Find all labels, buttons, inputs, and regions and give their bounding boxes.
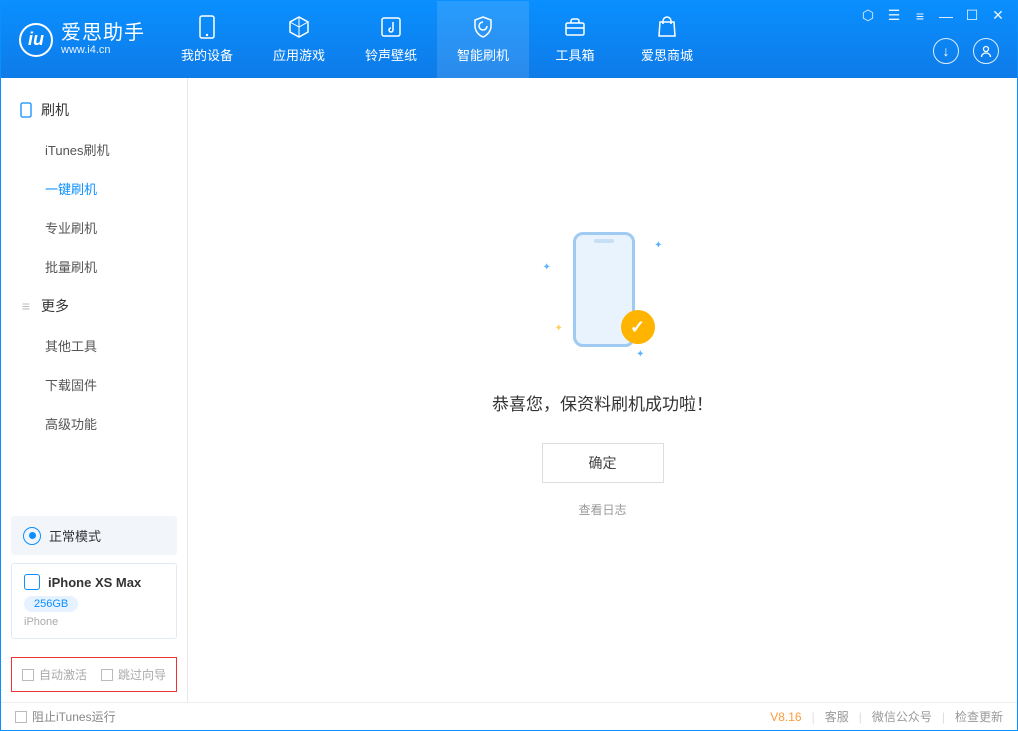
app-title: 爱思助手 <box>61 22 145 44</box>
checkbox-icon <box>22 669 34 681</box>
device-card[interactable]: iPhone XS Max 256GB iPhone <box>11 563 177 639</box>
sidebar-item-download-firmware[interactable]: 下载固件 <box>1 365 187 404</box>
header: iu 爱思助手 www.i4.cn 我的设备 应用游戏 铃声壁纸 智能刷机 工具… <box>1 1 1017 78</box>
bag-icon <box>655 15 679 39</box>
capacity-badge: 256GB <box>24 596 78 612</box>
shield-icon <box>471 15 495 39</box>
device-icon <box>195 15 219 39</box>
nav-label: 铃声壁纸 <box>365 45 417 64</box>
sidebar-item-other-tools[interactable]: 其他工具 <box>1 326 187 365</box>
music-icon <box>379 15 403 39</box>
nav-store[interactable]: 爱思商城 <box>621 1 713 78</box>
window-controls: ⬡ ☰ ≡ — ☐ ✕ <box>859 7 1007 24</box>
version-label: V8.16 <box>770 710 801 724</box>
sidebar-item-itunes-flash[interactable]: iTunes刷机 <box>1 130 187 169</box>
success-illustration: ✦✦✦✦ ✓ <box>543 222 663 362</box>
view-log-link[interactable]: 查看日志 <box>578 501 626 518</box>
mode-label: 正常模式 <box>49 526 101 545</box>
user-button[interactable] <box>973 38 999 64</box>
check-icon: ✓ <box>621 310 655 344</box>
minimize-button[interactable]: — <box>937 8 955 24</box>
nav-flash[interactable]: 智能刷机 <box>437 1 529 78</box>
success-message: 恭喜您，保资料刷机成功啦！ <box>492 390 713 415</box>
nav-label: 智能刷机 <box>457 45 509 64</box>
shirt-icon[interactable]: ⬡ <box>859 7 877 24</box>
nav-label: 应用游戏 <box>273 45 325 64</box>
logo: iu 爱思助手 www.i4.cn <box>1 1 161 78</box>
top-nav: 我的设备 应用游戏 铃声壁纸 智能刷机 工具箱 爱思商城 <box>161 1 713 78</box>
mode-icon <box>23 527 41 545</box>
nav-label: 我的设备 <box>181 45 233 64</box>
options-row: 自动激活 跳过向导 <box>11 657 177 692</box>
nav-my-device[interactable]: 我的设备 <box>161 1 253 78</box>
nav-toolbox[interactable]: 工具箱 <box>529 1 621 78</box>
checkbox-icon <box>15 711 27 723</box>
download-button[interactable]: ↓ <box>933 38 959 64</box>
auto-activate-checkbox[interactable]: 自动激活 <box>22 666 87 683</box>
ok-button[interactable]: 确定 <box>542 443 664 483</box>
checkbox-icon <box>101 669 113 681</box>
main-content: ✦✦✦✦ ✓ 恭喜您，保资料刷机成功啦！ 确定 查看日志 <box>188 78 1017 702</box>
sidebar-group-more: ≡ 更多 <box>1 286 187 326</box>
menu-lines-icon: ≡ <box>19 299 33 313</box>
nav-apps[interactable]: 应用游戏 <box>253 1 345 78</box>
maximize-button[interactable]: ☐ <box>963 7 981 24</box>
wechat-link[interactable]: 微信公众号 <box>872 708 932 725</box>
skip-guide-checkbox[interactable]: 跳过向导 <box>101 666 166 683</box>
sidebar-item-advanced[interactable]: 高级功能 <box>1 404 187 443</box>
sidebar: 刷机 iTunes刷机 一键刷机 专业刷机 批量刷机 ≡ 更多 其他工具 下载固… <box>1 78 188 702</box>
nav-label: 爱思商城 <box>641 45 693 64</box>
mode-card[interactable]: 正常模式 <box>11 516 177 555</box>
menu-icon[interactable]: ☰ <box>885 7 903 24</box>
check-update-link[interactable]: 检查更新 <box>955 708 1003 725</box>
toolbox-icon <box>563 15 587 39</box>
sidebar-item-pro-flash[interactable]: 专业刷机 <box>1 208 187 247</box>
sidebar-item-oneclick-flash[interactable]: 一键刷机 <box>1 169 187 208</box>
support-link[interactable]: 客服 <box>825 708 849 725</box>
logo-icon: iu <box>19 23 53 57</box>
list-icon[interactable]: ≡ <box>911 8 929 24</box>
header-actions: ↓ <box>933 38 999 64</box>
device-name: iPhone XS Max <box>48 575 141 590</box>
device-type: iPhone <box>24 616 164 628</box>
close-button[interactable]: ✕ <box>989 7 1007 24</box>
app-subtitle: www.i4.cn <box>61 44 145 56</box>
nav-ringtones[interactable]: 铃声壁纸 <box>345 1 437 78</box>
footer: 阻止iTunes运行 V8.16 | 客服 | 微信公众号 | 检查更新 <box>1 702 1017 730</box>
nav-label: 工具箱 <box>555 45 594 64</box>
device-small-icon <box>24 574 40 590</box>
phone-icon <box>19 103 33 117</box>
sidebar-item-batch-flash[interactable]: 批量刷机 <box>1 247 187 286</box>
cube-icon <box>287 15 311 39</box>
sidebar-group-flash: 刷机 <box>1 90 187 130</box>
block-itunes-checkbox[interactable]: 阻止iTunes运行 <box>15 708 116 725</box>
